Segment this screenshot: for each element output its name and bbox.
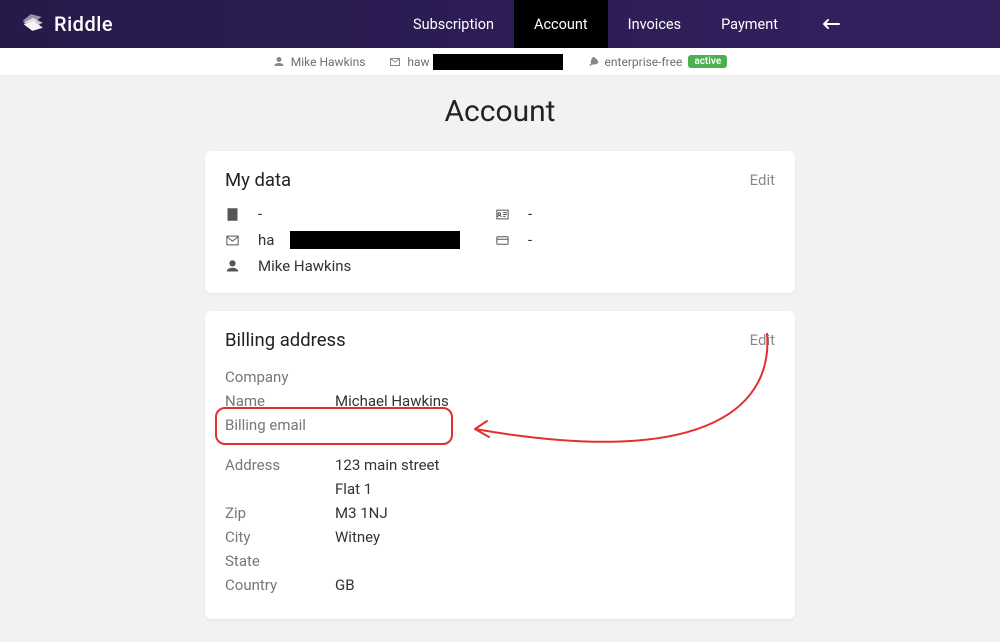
status-badge: active (688, 55, 727, 68)
label-company: Company (225, 368, 335, 386)
summary-email: haw (389, 54, 562, 70)
label-country: Country (225, 576, 335, 594)
nav-subscription[interactable]: Subscription (393, 0, 514, 48)
mydata-id-value: - (528, 205, 532, 223)
redacted-email (433, 54, 563, 70)
user-icon (225, 259, 240, 274)
summary-email-prefix: haw (407, 55, 429, 69)
page-title: Account (0, 94, 1000, 129)
nav-payment[interactable]: Payment (701, 0, 798, 48)
summary-user: Mike Hawkins (273, 55, 366, 69)
summary-user-name: Mike Hawkins (291, 55, 366, 69)
mydata-card: My data Edit - - ha - Mike Hawkins (205, 151, 795, 293)
mydata-id: - (495, 205, 765, 223)
billing-edit-button[interactable]: Edit (750, 331, 775, 349)
value-country: GB (335, 576, 355, 594)
mydata-email: ha (225, 231, 495, 249)
value-address-line2: Flat 1 (335, 480, 372, 498)
mydata-card-value: - (528, 231, 532, 249)
rocket-icon (587, 56, 599, 68)
value-name: Michael Hawkins (335, 392, 449, 410)
summary-plan: enterprise-free active (587, 55, 728, 69)
label-city: City (225, 528, 335, 546)
redacted-email-full (290, 231, 460, 249)
billing-card: Billing address Edit Company NameMichael… (205, 311, 795, 619)
mydata-company-value: - (258, 205, 262, 223)
label-address: Address (225, 456, 335, 474)
mydata-card: - (495, 231, 765, 249)
billing-title: Billing address (225, 329, 346, 351)
mydata-name-value: Mike Hawkins (258, 257, 351, 275)
user-icon (273, 56, 285, 68)
envelope-icon (389, 56, 401, 68)
summary-plan-name: enterprise-free (605, 55, 683, 69)
label-billing-email: Billing email (225, 416, 335, 434)
value-address-line1: 123 main street (335, 456, 439, 474)
account-summary-bar: Mike Hawkins haw enterprise-free active (0, 48, 1000, 76)
mydata-company: - (225, 205, 495, 223)
label-zip: Zip (225, 504, 335, 522)
label-state: State (225, 552, 335, 570)
brand[interactable]: Riddle (20, 12, 113, 36)
value-city: Witney (335, 528, 380, 546)
idcard-icon (495, 207, 510, 222)
creditcard-icon (495, 233, 510, 248)
mydata-email-prefix: ha (258, 231, 274, 249)
nav-tabs: Subscription Account Invoices Payment (393, 0, 864, 48)
mydata-name: Mike Hawkins (225, 257, 495, 275)
nav-invoices[interactable]: Invoices (608, 0, 701, 48)
mydata-edit-button[interactable]: Edit (750, 171, 775, 189)
envelope-icon (225, 233, 240, 248)
brand-logo-icon (20, 13, 46, 35)
building-icon (225, 207, 240, 222)
mydata-title: My data (225, 169, 291, 191)
label-name: Name (225, 392, 335, 410)
back-arrow-icon[interactable] (798, 0, 864, 48)
top-nav: Riddle Subscription Account Invoices Pay… (0, 0, 1000, 48)
brand-name: Riddle (54, 12, 113, 36)
value-zip: M3 1NJ (335, 504, 388, 522)
nav-account[interactable]: Account (514, 0, 608, 48)
